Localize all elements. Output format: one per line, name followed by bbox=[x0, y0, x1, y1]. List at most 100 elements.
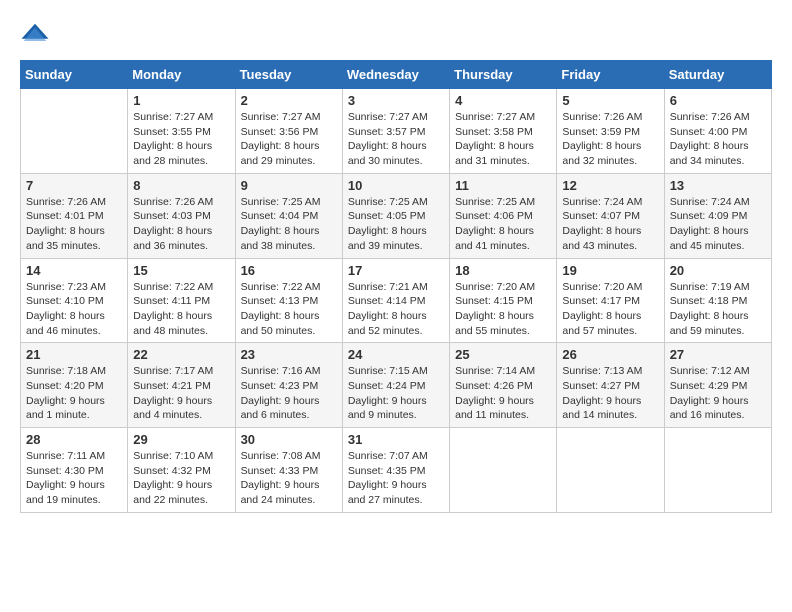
calendar-cell: 18 Sunrise: 7:20 AM Sunset: 4:15 PM Dayli… bbox=[450, 258, 557, 343]
day-number: 29 bbox=[133, 432, 229, 447]
calendar-body: 1Sunrise: 7:27 AM Sunset: 3:55 PM Daylig… bbox=[21, 89, 772, 513]
calendar-cell: 2Sunrise: 7:27 AM Sunset: 3:56 PM Daylig… bbox=[235, 89, 342, 174]
day-number: 31 bbox=[348, 432, 444, 447]
calendar-week-3: 14Sunrise: 7:23 AM Sunset: 4:10 PM Dayli… bbox=[21, 258, 772, 343]
calendar-cell: 15 Sunrise: 7:22 AM Sunset: 4:11 PM Dayli… bbox=[128, 258, 235, 343]
header-day-friday: Friday bbox=[557, 61, 664, 89]
calendar-cell: 30 Sunrise: 7:08 AM Sunset: 4:33 PM Dayli… bbox=[235, 428, 342, 513]
calendar-cell: 8 Sunrise: 7:26 AM Sunset: 4:03 PM Daylig… bbox=[128, 173, 235, 258]
header-day-saturday: Saturday bbox=[664, 61, 771, 89]
calendar-cell: 27 Sunrise: 7:12 AM Sunset: 4:29 PM Dayli… bbox=[664, 343, 771, 428]
header-day-thursday: Thursday bbox=[450, 61, 557, 89]
day-info: Sunrise: 7:27 AM Sunset: 3:57 PM Dayligh… bbox=[348, 110, 444, 169]
day-info: Sunrise: 7:19 AM Sunset: 4:18 PM Dayligh… bbox=[670, 280, 766, 339]
calendar-week-5: 28Sunrise: 7:11 AM Sunset: 4:30 PM Dayli… bbox=[21, 428, 772, 513]
header-day-tuesday: Tuesday bbox=[235, 61, 342, 89]
day-info: Sunrise: 7:21 AM Sunset: 4:14 PM Dayligh… bbox=[348, 280, 444, 339]
day-number: 18 bbox=[455, 263, 551, 278]
calendar-cell: 24Sunrise: 7:15 AM Sunset: 4:24 PM Dayli… bbox=[342, 343, 449, 428]
calendar-cell: 25 Sunrise: 7:14 AM Sunset: 4:26 PM Dayli… bbox=[450, 343, 557, 428]
day-number: 22 bbox=[133, 347, 229, 362]
day-number: 10 bbox=[348, 178, 444, 193]
day-number: 19 bbox=[562, 263, 658, 278]
day-info: Sunrise: 7:14 AM Sunset: 4:26 PM Dayligh… bbox=[455, 364, 551, 423]
header-day-sunday: Sunday bbox=[21, 61, 128, 89]
header-day-monday: Monday bbox=[128, 61, 235, 89]
calendar-cell: 9 Sunrise: 7:25 AM Sunset: 4:04 PM Daylig… bbox=[235, 173, 342, 258]
calendar-cell: 14Sunrise: 7:23 AM Sunset: 4:10 PM Dayli… bbox=[21, 258, 128, 343]
calendar-week-4: 21Sunrise: 7:18 AM Sunset: 4:20 PM Dayli… bbox=[21, 343, 772, 428]
calendar-cell bbox=[557, 428, 664, 513]
day-number: 28 bbox=[26, 432, 122, 447]
logo bbox=[20, 20, 54, 50]
day-info: Sunrise: 7:20 AM Sunset: 4:17 PM Dayligh… bbox=[562, 280, 658, 339]
day-number: 7 bbox=[26, 178, 122, 193]
logo-icon bbox=[20, 20, 50, 50]
day-number: 27 bbox=[670, 347, 766, 362]
day-info: Sunrise: 7:17 AM Sunset: 4:21 PM Dayligh… bbox=[133, 364, 229, 423]
page-header bbox=[20, 20, 772, 50]
day-number: 26 bbox=[562, 347, 658, 362]
day-number: 17 bbox=[348, 263, 444, 278]
day-number: 25 bbox=[455, 347, 551, 362]
day-info: Sunrise: 7:26 AM Sunset: 4:01 PM Dayligh… bbox=[26, 195, 122, 254]
calendar-cell: 11 Sunrise: 7:25 AM Sunset: 4:06 PM Dayli… bbox=[450, 173, 557, 258]
day-info: Sunrise: 7:12 AM Sunset: 4:29 PM Dayligh… bbox=[670, 364, 766, 423]
calendar-cell: 13Sunrise: 7:24 AM Sunset: 4:09 PM Dayli… bbox=[664, 173, 771, 258]
header-day-wednesday: Wednesday bbox=[342, 61, 449, 89]
calendar-cell: 16 Sunrise: 7:22 AM Sunset: 4:13 PM Dayli… bbox=[235, 258, 342, 343]
day-info: Sunrise: 7:25 AM Sunset: 4:06 PM Dayligh… bbox=[455, 195, 551, 254]
calendar-cell bbox=[664, 428, 771, 513]
calendar-cell: 4 Sunrise: 7:27 AM Sunset: 3:58 PM Daylig… bbox=[450, 89, 557, 174]
day-info: Sunrise: 7:08 AM Sunset: 4:33 PM Dayligh… bbox=[241, 449, 337, 508]
day-number: 14 bbox=[26, 263, 122, 278]
calendar-cell: 31 Sunrise: 7:07 AM Sunset: 4:35 PM Dayli… bbox=[342, 428, 449, 513]
day-info: Sunrise: 7:07 AM Sunset: 4:35 PM Dayligh… bbox=[348, 449, 444, 508]
calendar-week-1: 1Sunrise: 7:27 AM Sunset: 3:55 PM Daylig… bbox=[21, 89, 772, 174]
calendar-cell: 3Sunrise: 7:27 AM Sunset: 3:57 PM Daylig… bbox=[342, 89, 449, 174]
day-info: Sunrise: 7:25 AM Sunset: 4:05 PM Dayligh… bbox=[348, 195, 444, 254]
calendar-cell: 6Sunrise: 7:26 AM Sunset: 4:00 PM Daylig… bbox=[664, 89, 771, 174]
day-info: Sunrise: 7:16 AM Sunset: 4:23 PM Dayligh… bbox=[241, 364, 337, 423]
day-number: 15 bbox=[133, 263, 229, 278]
day-info: Sunrise: 7:20 AM Sunset: 4:15 PM Dayligh… bbox=[455, 280, 551, 339]
day-number: 13 bbox=[670, 178, 766, 193]
day-number: 21 bbox=[26, 347, 122, 362]
calendar-cell: 10 Sunrise: 7:25 AM Sunset: 4:05 PM Dayli… bbox=[342, 173, 449, 258]
calendar-table: SundayMondayTuesdayWednesdayThursdayFrid… bbox=[20, 60, 772, 513]
day-number: 9 bbox=[241, 178, 337, 193]
day-info: Sunrise: 7:22 AM Sunset: 4:13 PM Dayligh… bbox=[241, 280, 337, 339]
calendar-cell: 21Sunrise: 7:18 AM Sunset: 4:20 PM Dayli… bbox=[21, 343, 128, 428]
day-number: 5 bbox=[562, 93, 658, 108]
day-number: 23 bbox=[241, 347, 337, 362]
day-info: Sunrise: 7:24 AM Sunset: 4:07 PM Dayligh… bbox=[562, 195, 658, 254]
day-number: 8 bbox=[133, 178, 229, 193]
day-number: 12 bbox=[562, 178, 658, 193]
calendar-cell: 7 Sunrise: 7:26 AM Sunset: 4:01 PM Daylig… bbox=[21, 173, 128, 258]
calendar-cell: 22 Sunrise: 7:17 AM Sunset: 4:21 PM Dayli… bbox=[128, 343, 235, 428]
day-number: 1 bbox=[133, 93, 229, 108]
day-info: Sunrise: 7:22 AM Sunset: 4:11 PM Dayligh… bbox=[133, 280, 229, 339]
calendar-cell bbox=[450, 428, 557, 513]
day-info: Sunrise: 7:26 AM Sunset: 4:00 PM Dayligh… bbox=[670, 110, 766, 169]
day-info: Sunrise: 7:13 AM Sunset: 4:27 PM Dayligh… bbox=[562, 364, 658, 423]
day-number: 30 bbox=[241, 432, 337, 447]
calendar-cell: 1Sunrise: 7:27 AM Sunset: 3:55 PM Daylig… bbox=[128, 89, 235, 174]
calendar-cell: 17 Sunrise: 7:21 AM Sunset: 4:14 PM Dayli… bbox=[342, 258, 449, 343]
day-number: 20 bbox=[670, 263, 766, 278]
day-number: 11 bbox=[455, 178, 551, 193]
calendar-cell: 29Sunrise: 7:10 AM Sunset: 4:32 PM Dayli… bbox=[128, 428, 235, 513]
calendar-cell: 12 Sunrise: 7:24 AM Sunset: 4:07 PM Dayli… bbox=[557, 173, 664, 258]
day-info: Sunrise: 7:25 AM Sunset: 4:04 PM Dayligh… bbox=[241, 195, 337, 254]
day-number: 2 bbox=[241, 93, 337, 108]
day-number: 16 bbox=[241, 263, 337, 278]
day-info: Sunrise: 7:26 AM Sunset: 4:03 PM Dayligh… bbox=[133, 195, 229, 254]
day-number: 24 bbox=[348, 347, 444, 362]
day-info: Sunrise: 7:27 AM Sunset: 3:58 PM Dayligh… bbox=[455, 110, 551, 169]
day-number: 4 bbox=[455, 93, 551, 108]
calendar-cell: 19 Sunrise: 7:20 AM Sunset: 4:17 PM Dayli… bbox=[557, 258, 664, 343]
header-row: SundayMondayTuesdayWednesdayThursdayFrid… bbox=[21, 61, 772, 89]
calendar-cell: 23 Sunrise: 7:16 AM Sunset: 4:23 PM Dayli… bbox=[235, 343, 342, 428]
day-info: Sunrise: 7:26 AM Sunset: 3:59 PM Dayligh… bbox=[562, 110, 658, 169]
calendar-cell bbox=[21, 89, 128, 174]
